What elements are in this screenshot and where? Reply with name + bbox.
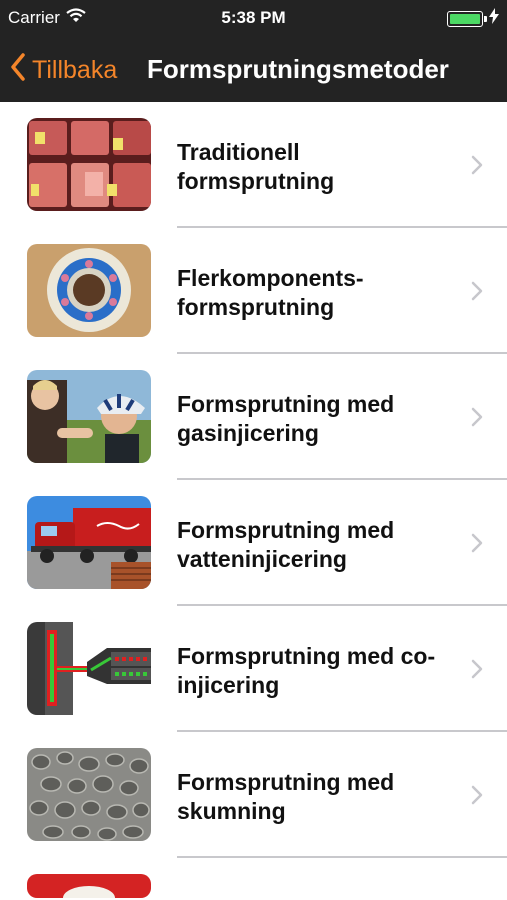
bearing-ring-thumbnail <box>27 244 151 337</box>
navigation-bar: Tillbaka Formsprutningsmetoder <box>0 36 507 102</box>
back-button[interactable]: Tillbaka <box>10 53 117 88</box>
item-label-line1: Formsprutning med <box>177 517 395 543</box>
coinjection-diagram-thumbnail <box>27 622 151 715</box>
item-label-line1: Traditionell <box>177 139 300 165</box>
foam-structure-thumbnail <box>27 748 151 841</box>
item-label-line1: Formsprutning med <box>177 391 395 417</box>
item-label: Formsprutning med skumning <box>177 768 457 826</box>
chevron-right-icon <box>471 659 483 684</box>
battery-icon <box>447 10 487 27</box>
item-label-line2: vatteninjicering <box>177 546 347 572</box>
chevron-right-icon <box>471 785 483 810</box>
item-label-line1: Flerkomponents- <box>177 265 364 291</box>
item-label-line2: formsprutning <box>177 168 335 194</box>
item-label: Formsprutning med gasinjicering <box>177 390 457 448</box>
method-list: Traditionell formsprutning Flerkomponent… <box>0 102 507 898</box>
item-label-line2: skumning <box>177 798 286 824</box>
item-label: Formsprutning med co- injicering <box>177 642 457 700</box>
page-title: Formsprutningsmetoder <box>147 54 449 84</box>
back-label: Tillbaka <box>32 56 118 84</box>
item-label-line2: formsprutning <box>177 294 335 320</box>
list-item[interactable]: Formsprutning med vatteninjicering <box>0 480 507 606</box>
list-item[interactable] <box>0 858 507 898</box>
red-truck-thumbnail <box>27 496 151 589</box>
chevron-left-icon <box>10 53 32 88</box>
list-item[interactable]: Formsprutning med co- injicering <box>0 606 507 732</box>
chevron-right-icon <box>471 281 483 306</box>
list-item[interactable]: Formsprutning med skumning <box>0 732 507 858</box>
item-label: Formsprutning med vatteninjicering <box>177 516 457 574</box>
chevron-right-icon <box>471 155 483 180</box>
meat-packages-thumbnail <box>27 118 151 211</box>
list-item[interactable]: Traditionell formsprutning <box>0 102 507 228</box>
item-label-line1: Formsprutning med co- <box>177 643 436 669</box>
item-label-line2: injicering <box>177 672 280 698</box>
item-label: Traditionell formsprutning <box>177 138 457 196</box>
item-label-line1: Formsprutning med <box>177 769 395 795</box>
charging-bolt-icon <box>489 8 499 29</box>
list-item[interactable]: Formsprutning med gasinjicering <box>0 354 507 480</box>
status-bar: Carrier 5:38 PM <box>0 0 507 36</box>
item-label-line2: gasinjicering <box>177 420 319 446</box>
helmet-fitting-thumbnail <box>27 370 151 463</box>
partial-thumbnail <box>27 874 151 898</box>
item-label: Flerkomponents- formsprutning <box>177 264 457 322</box>
list-item[interactable]: Flerkomponents- formsprutning <box>0 228 507 354</box>
chevron-right-icon <box>471 533 483 558</box>
status-time: 5:38 PM <box>221 8 286 27</box>
battery-area <box>447 8 499 29</box>
chevron-right-icon <box>471 407 483 432</box>
